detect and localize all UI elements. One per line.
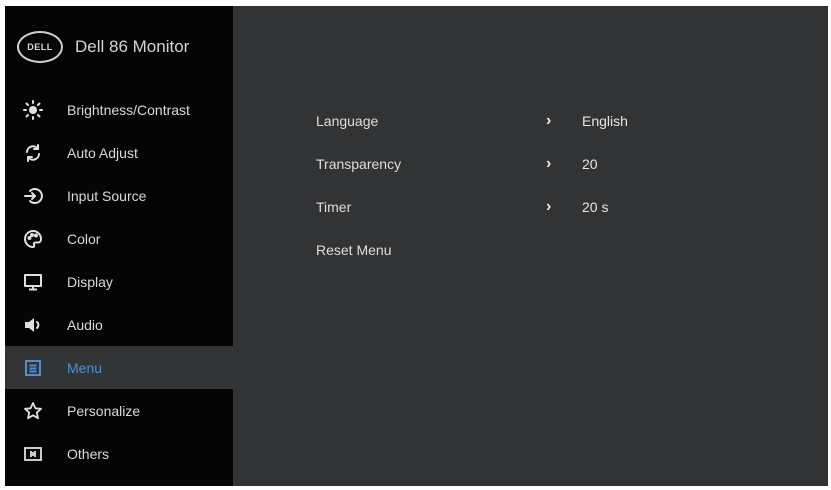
monitor-title: Dell 86 Monitor [75,37,190,56]
star-icon [23,401,43,421]
setting-value: English [582,112,628,129]
sidebar-item-label: Others [67,445,110,462]
sidebar-item-label: Input Source [67,187,147,204]
sidebar-item-personalize[interactable]: Personalize [5,389,233,432]
setting-row-transparency[interactable]: Transparency › 20 [316,142,736,185]
chevron-right-icon: › [546,154,552,172]
setting-row-timer[interactable]: Timer › 20 s [316,185,736,228]
setting-label: Transparency [316,155,402,172]
sidebar-item-brightness-contrast[interactable]: Brightness/Contrast [5,88,233,131]
dell-logo: DELL [17,31,63,63]
sidebar-item-display[interactable]: Display [5,260,233,303]
sidebar-item-label: Menu [67,359,103,376]
sidebar-item-label: Personalize [67,402,141,419]
others-icon [23,444,43,464]
setting-label: Timer [316,198,352,215]
setting-label: Reset Menu [316,241,392,258]
sidebar-item-label: Display [67,273,113,290]
input-source-icon [23,186,43,206]
setting-value: 20 [582,155,598,172]
chevron-right-icon: › [546,197,552,215]
sidebar-item-label: Auto Adjust [67,144,138,161]
chevron-right-icon: › [546,111,552,129]
setting-value: 20 s [582,198,609,215]
setting-row-reset-menu[interactable]: Reset Menu [316,228,736,271]
setting-row-language[interactable]: Language › English [316,99,736,142]
sidebar: DELL Dell 86 Monitor Brightness/Contrast… [5,6,233,486]
speaker-icon [23,315,43,335]
menu-icon [23,358,43,378]
brightness-icon [23,99,43,120]
auto-adjust-icon [23,143,43,163]
sidebar-item-audio[interactable]: Audio [5,303,233,346]
sidebar-item-input-source[interactable]: Input Source [5,174,233,217]
color-palette-icon [23,229,43,249]
display-monitor-icon [23,272,43,292]
sidebar-item-others[interactable]: Others [5,432,233,475]
sidebar-item-menu[interactable]: Menu [5,346,233,389]
osd-header: DELL Dell 86 Monitor [5,6,233,88]
sidebar-item-label: Brightness/Contrast [67,101,190,118]
sidebar-item-label: Color [67,230,101,247]
settings-list: Language › English Transparency › 20 Tim… [316,99,736,271]
sidebar-item-auto-adjust[interactable]: Auto Adjust [5,131,233,174]
monitor-osd: DELL Dell 86 Monitor Brightness/Contrast… [5,6,828,486]
sidebar-item-label: Audio [67,316,103,333]
menu-settings-panel: Language › English Transparency › 20 Tim… [233,6,828,486]
setting-label: Language [316,112,379,129]
sidebar-item-color[interactable]: Color [5,217,233,260]
sidebar-nav: Brightness/Contrast Auto Adjust Input So… [5,88,233,475]
